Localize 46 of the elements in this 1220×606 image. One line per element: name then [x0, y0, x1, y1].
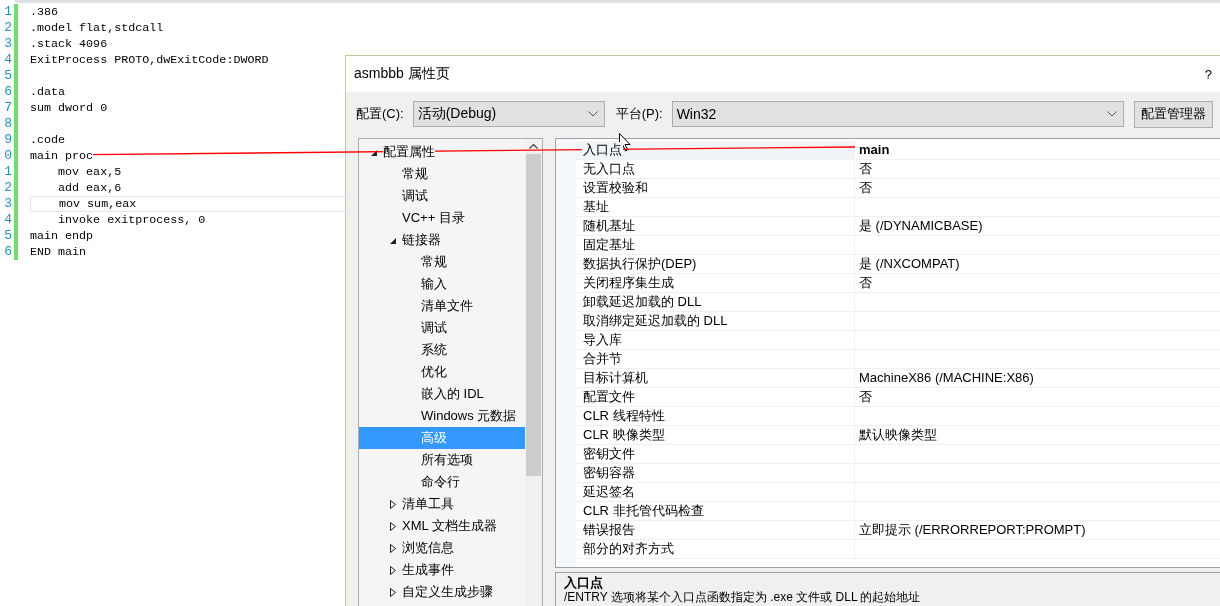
line-number: 7 — [3, 100, 12, 116]
line-number: 2 — [3, 20, 12, 36]
line-number: 6 — [3, 84, 12, 100]
collapsed-triangle-icon[interactable] — [389, 521, 397, 531]
property-value[interactable]: MachineX86 (/MACHINE:X86) — [855, 369, 1220, 387]
line-number: 3 — [3, 36, 12, 52]
property-value[interactable]: 默认映像类型 — [855, 426, 1220, 444]
property-name[interactable]: 入口点 — [576, 141, 855, 159]
dialog-title: asmbbb 属性页 — [354, 65, 450, 83]
scrollbar[interactable] — [525, 139, 542, 606]
scroll-up-icon[interactable] — [529, 144, 538, 149]
help-button[interactable]: ? — [1202, 66, 1214, 82]
line-number: 1 — [3, 164, 12, 180]
property-value[interactable]: 否 — [855, 388, 1220, 406]
line-number: 3 — [3, 196, 12, 212]
line-number: 0 — [3, 148, 12, 164]
property-value[interactable]: 否 — [855, 179, 1220, 197]
line-number: 2 — [3, 180, 12, 196]
line-number: 5 — [3, 228, 12, 244]
description-text: /ENTRY 选项将某个入口点函数指定为 .exe 文件或 DLL 的起始地址 — [564, 590, 922, 604]
configuration-dropdown[interactable]: 活动(Debug) — [412, 101, 605, 127]
property-value[interactable]: 否 — [855, 160, 1220, 178]
line-number: 1 — [3, 4, 12, 20]
property-value[interactable]: 是 (/NXCOMPAT) — [855, 255, 1220, 273]
collapsed-triangle-icon[interactable] — [389, 543, 397, 553]
line-number: 8 — [3, 116, 12, 132]
configuration-label: 配置(C): — [356, 105, 404, 123]
line-number: 4 — [3, 52, 12, 68]
collapsed-triangle-icon[interactable] — [389, 499, 397, 509]
configuration-manager-button[interactable]: 配置管理器 — [1133, 100, 1213, 128]
property-value[interactable]: 是 (/DYNAMICBASE) — [855, 217, 1220, 235]
property-value[interactable]: 立即提示 (/ERRORREPORT:PROMPT) — [855, 521, 1220, 539]
chevron-down-icon — [1106, 111, 1117, 117]
collapsed-triangle-icon[interactable] — [389, 587, 397, 597]
platform-label: 平台(P): — [615, 105, 663, 123]
description-title: 入口点 — [564, 575, 604, 590]
line-number: 6 — [3, 244, 12, 260]
line-number: 4 — [3, 212, 12, 228]
property-value[interactable]: 否 — [855, 274, 1220, 292]
chevron-down-icon — [587, 111, 598, 117]
line-number: 9 — [3, 132, 12, 148]
line-number: 5 — [3, 68, 12, 84]
property-value[interactable]: main — [855, 141, 1220, 159]
platform-dropdown[interactable]: Win32 — [671, 101, 1124, 127]
scroll-thumb[interactable] — [526, 154, 541, 476]
collapsed-triangle-icon[interactable] — [389, 565, 397, 575]
